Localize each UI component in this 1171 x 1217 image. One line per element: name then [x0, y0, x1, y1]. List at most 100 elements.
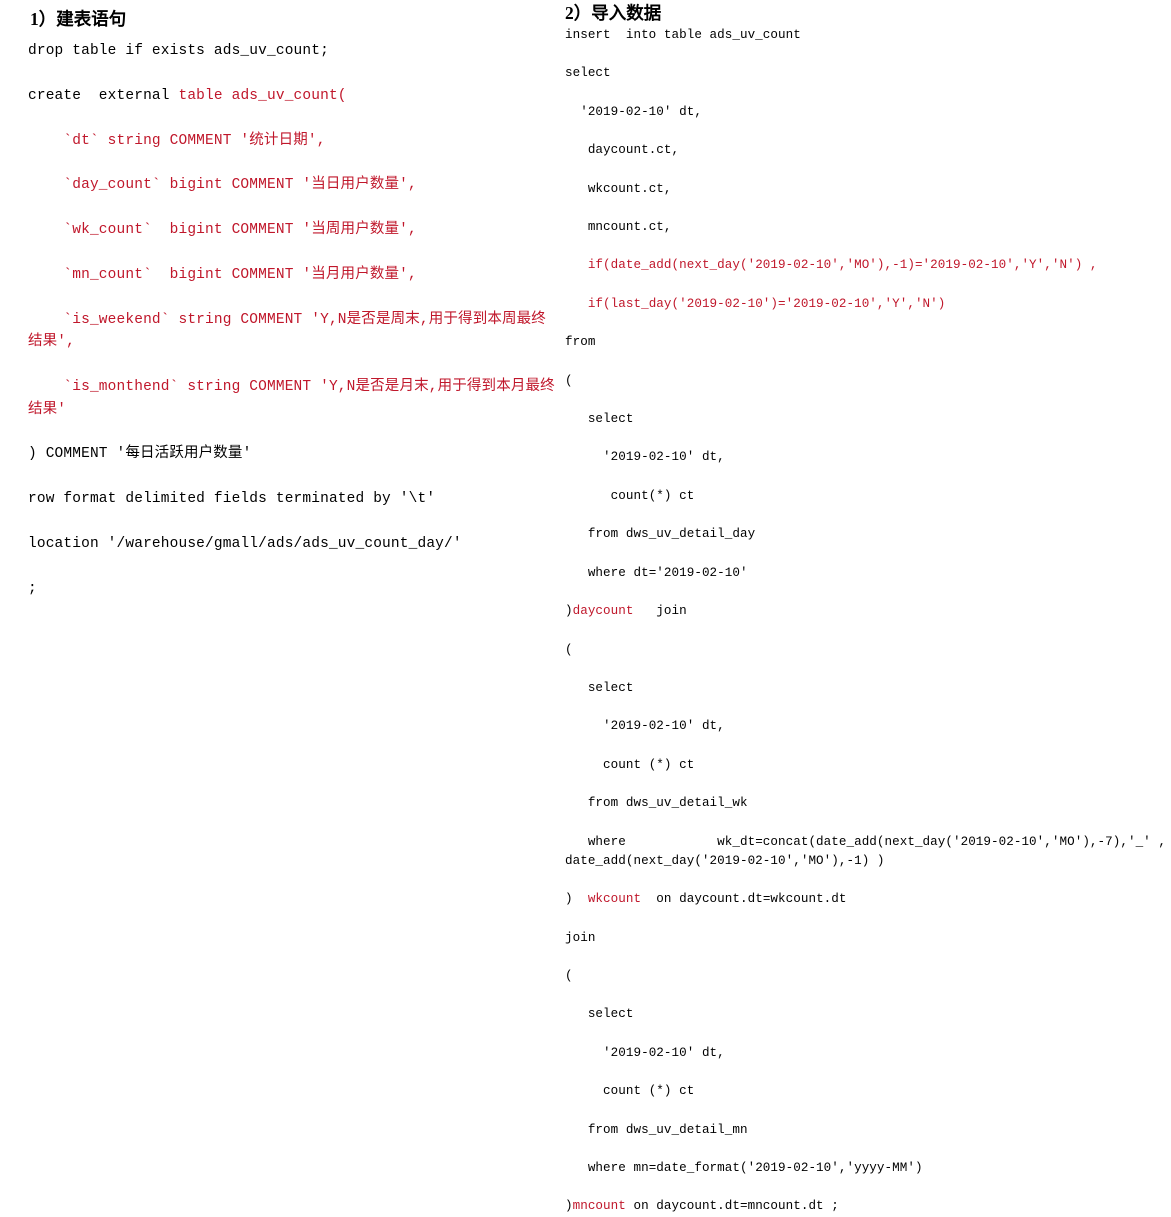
code-segment: daycount — [572, 604, 634, 619]
code-line: `mn_count` bigint COMMENT '当月用户数量', — [28, 264, 555, 286]
code-line: mncount.ct, — [565, 218, 1167, 237]
code-block-create-table: drop table if exists ads_uv_count; creat… — [28, 40, 555, 600]
code-segment: '2019-02-10' dt, — [565, 104, 702, 119]
code-line: ) COMMENT '每日活跃用户数量' — [28, 443, 555, 465]
code-line: ( — [565, 967, 1167, 986]
code-line: drop table if exists ads_uv_count; — [28, 40, 555, 62]
code-line: count (*) ct — [565, 1082, 1167, 1101]
code-segment: on daycount.dt=wkcount.dt — [641, 892, 847, 907]
document-page: 1）建表语句 drop table if exists ads_uv_count… — [0, 0, 1171, 1213]
code-line: from dws_uv_detail_wk — [565, 794, 1167, 813]
code-line: `day_count` bigint COMMENT '当日用户数量', — [28, 174, 555, 196]
code-line: select — [565, 1005, 1167, 1024]
code-segment: '2019-02-10' dt, — [565, 450, 725, 465]
code-segment: count (*) ct — [565, 1084, 695, 1099]
code-segment: wkcount.ct, — [565, 181, 672, 196]
code-segment: from dws_uv_detail_mn — [565, 1122, 748, 1137]
code-segment: from dws_uv_detail_day — [565, 527, 756, 542]
code-segment: `is_monthend` string COMMENT 'Y,N是否是月末,用… — [28, 379, 555, 418]
code-line: ( — [565, 372, 1167, 391]
code-line: daycount.ct, — [565, 141, 1167, 160]
code-segment: drop table if exists ads_uv_count; — [28, 43, 329, 59]
code-line: '2019-02-10' dt, — [565, 103, 1167, 122]
code-segment: ( — [565, 968, 573, 983]
code-segment: select — [565, 66, 611, 81]
code-segment: `mn_count` bigint COMMENT '当月用户数量', — [28, 267, 417, 284]
code-segment: where mn=date_format('2019-02-10','yyyy-… — [565, 1160, 923, 1175]
code-line: count(*) ct — [565, 487, 1167, 506]
code-segment: `is_weekend` string COMMENT 'Y,N是否是周末,用于… — [28, 311, 546, 351]
code-segment: location '/warehouse/gmall/ads/ads_uv_co… — [28, 535, 462, 552]
code-segment: wkcount — [587, 892, 642, 907]
code-segment: mncount.ct, — [565, 220, 672, 235]
code-segment: `wk_count` bigint COMMENT '当周用户数量', — [28, 222, 417, 239]
code-line: location '/warehouse/gmall/ads/ads_uv_co… — [28, 533, 555, 555]
code-segment: on daycount.dt=mncount.dt ; — [625, 1199, 839, 1214]
code-segment: where dt='2019-02-10' — [565, 565, 748, 580]
right-column-insert-data: 2）导入数据 insert into table ads_uv_count se… — [565, 0, 1171, 1217]
code-line: from — [565, 333, 1167, 352]
code-line: `is_monthend` string COMMENT 'Y,N是否是月末,用… — [28, 376, 555, 421]
code-line: where dt='2019-02-10' — [565, 564, 1167, 583]
code-line: ; — [28, 578, 555, 600]
code-line: select — [565, 64, 1167, 83]
section-heading-insert-data: 2）导入数据 — [565, 3, 662, 23]
code-segment: daycount.ct, — [565, 143, 680, 158]
code-line: '2019-02-10' dt, — [565, 448, 1167, 467]
code-segment: create external — [28, 87, 179, 104]
code-block-insert-data: insert into table ads_uv_count select '2… — [565, 26, 1167, 1217]
code-segment: select — [565, 680, 634, 695]
code-line: select — [565, 410, 1167, 429]
code-segment: select — [565, 412, 634, 427]
code-segment: '2019-02-10' dt, — [565, 1045, 725, 1060]
code-line: ) wkcount on daycount.dt=wkcount.dt — [565, 890, 1167, 909]
code-segment: ; — [28, 580, 37, 597]
code-segment: join — [633, 604, 687, 619]
code-segment: table ads_uv_count( — [178, 87, 347, 104]
code-segment: ) — [565, 604, 573, 619]
code-line: create external table ads_uv_count( — [28, 85, 555, 107]
code-segment: from — [565, 335, 596, 350]
code-line: join — [565, 929, 1167, 948]
code-line: wkcount.ct, — [565, 180, 1167, 199]
code-segment: select — [565, 1007, 634, 1022]
code-segment: ) COMMENT '每日活跃用户数量' — [28, 446, 252, 463]
code-line: )daycount join — [565, 602, 1167, 621]
code-segment: if(date_add(next_day('2019-02-10','MO'),… — [565, 258, 1098, 273]
code-line: `wk_count` bigint COMMENT '当周用户数量', — [28, 219, 555, 241]
code-line: if(last_day('2019-02-10')='2019-02-10','… — [565, 295, 1167, 314]
code-line: '2019-02-10' dt, — [565, 717, 1167, 736]
code-line: `dt` string COMMENT '统计日期', — [28, 130, 555, 152]
section-heading-create-table: 1）建表语句 — [30, 9, 127, 29]
code-line: )mncount on daycount.dt=mncount.dt ; — [565, 1197, 1167, 1216]
code-segment: count (*) ct — [565, 757, 695, 772]
code-segment: `dt` string COMMENT '统计日期', — [28, 132, 326, 149]
code-segment: ( — [565, 373, 573, 388]
code-segment: where wk_dt=concat(date_add(next_day('20… — [565, 834, 1166, 868]
code-segment: ) — [565, 892, 588, 907]
left-column-create-table: 1）建表语句 drop table if exists ads_uv_count… — [0, 0, 565, 600]
code-segment: ( — [565, 642, 573, 657]
code-line: from dws_uv_detail_day — [565, 525, 1167, 544]
code-segment: from dws_uv_detail_wk — [565, 796, 748, 811]
code-line: where wk_dt=concat(date_add(next_day('20… — [565, 833, 1167, 871]
code-line: where mn=date_format('2019-02-10','yyyy-… — [565, 1159, 1167, 1178]
code-segment: row format delimited fields terminated b… — [28, 491, 436, 508]
code-segment: join — [565, 930, 596, 945]
code-line: insert into table ads_uv_count — [565, 26, 1167, 45]
code-segment: insert into table ads_uv_count — [565, 28, 801, 42]
code-line: if(date_add(next_day('2019-02-10','MO'),… — [565, 256, 1167, 275]
code-line: row format delimited fields terminated b… — [28, 488, 555, 510]
code-line: count (*) ct — [565, 756, 1167, 775]
code-segment: ) — [565, 1199, 573, 1214]
code-segment: `day_count` bigint COMMENT '当日用户数量', — [28, 177, 417, 194]
code-line: select — [565, 679, 1167, 698]
code-line: ( — [565, 641, 1167, 660]
code-segment: mncount — [572, 1199, 626, 1214]
code-segment: '2019-02-10' dt, — [565, 719, 725, 734]
code-line: `is_weekend` string COMMENT 'Y,N是否是周末,用于… — [28, 309, 555, 354]
code-line: from dws_uv_detail_mn — [565, 1121, 1167, 1140]
code-segment: count(*) ct — [565, 488, 695, 503]
code-line: '2019-02-10' dt, — [565, 1044, 1167, 1063]
code-segment: if(last_day('2019-02-10')='2019-02-10','… — [565, 296, 946, 311]
